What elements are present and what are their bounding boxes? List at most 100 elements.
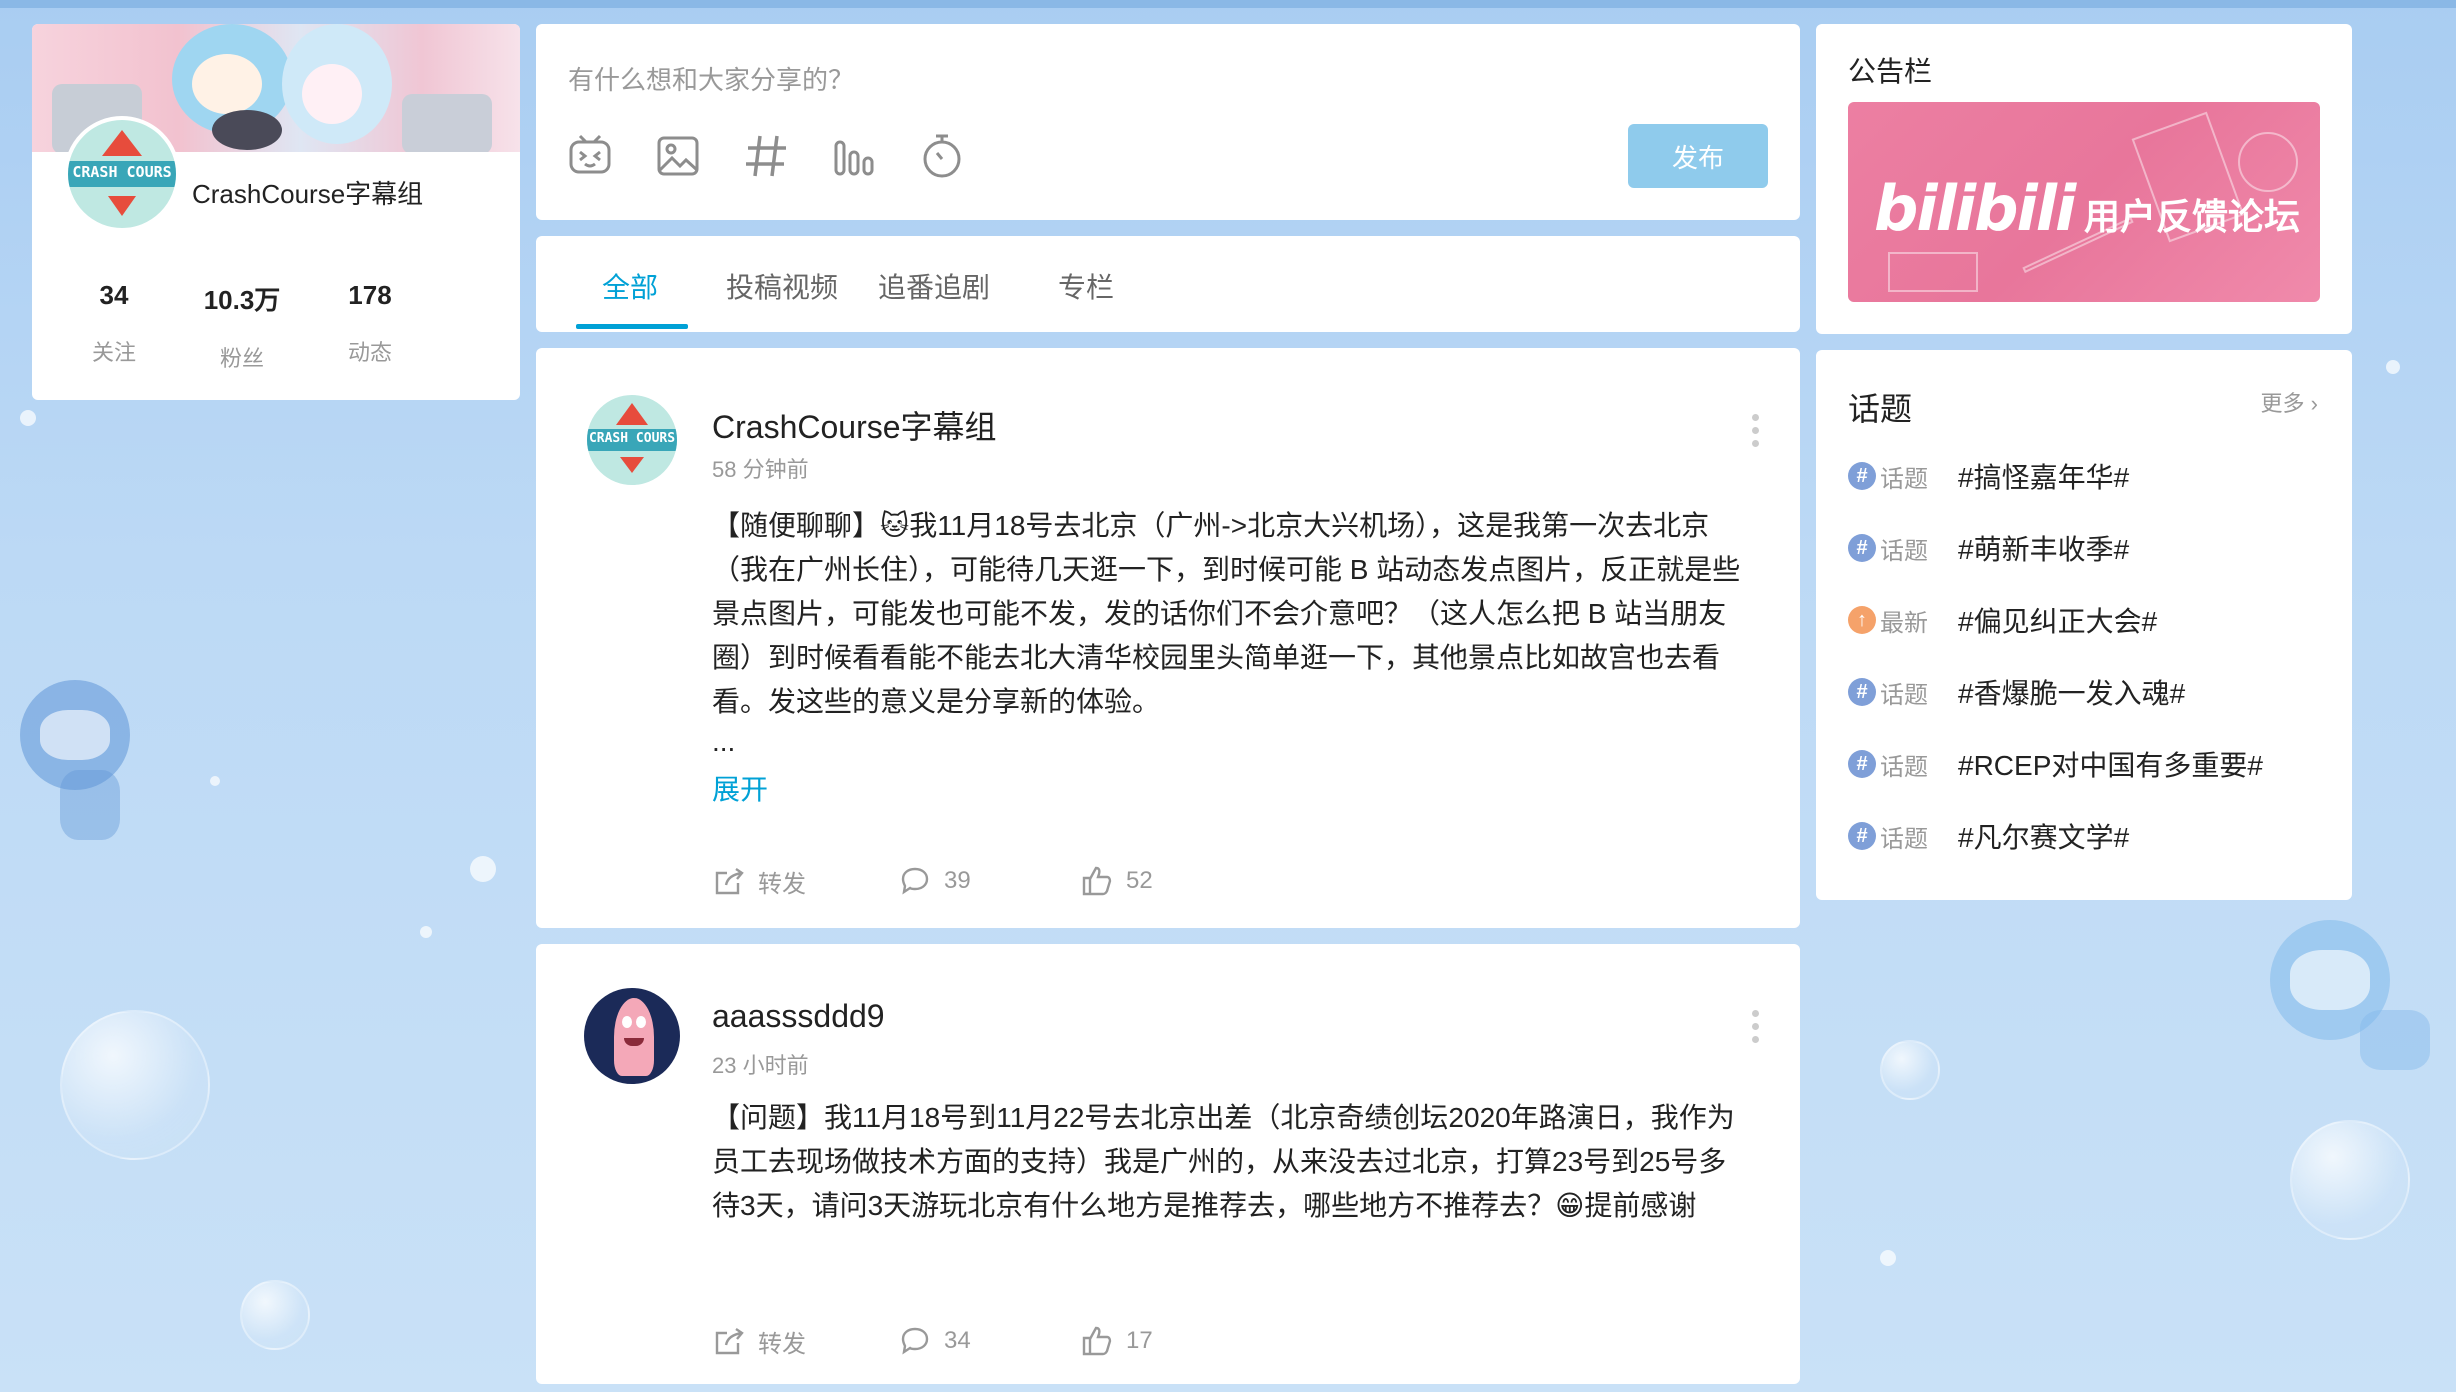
composer-input[interactable]: 有什么想和大家分享的？ [568, 60, 1568, 97]
like-count: 17 [1126, 1327, 1153, 1354]
badge-label: 话题 [1880, 537, 1928, 565]
tab-all[interactable]: 全部 [602, 266, 658, 306]
topic-item[interactable]: # 话题 #RCEP对中国有多重要# [1848, 744, 2263, 784]
stat-label: 粉丝 [219, 346, 264, 371]
hashtag-badge-icon: # [1848, 534, 1876, 562]
background-dot [470, 856, 496, 882]
topic-item[interactable]: # 话题 #香爆脆一发入魂# [1848, 672, 2185, 712]
topic-item[interactable]: # 话题 #搞怪嘉年华# [1848, 456, 2129, 496]
post-text: 【随便聊聊】🐱我11月18号去北京（广州->北京大兴机场），这是我第一次去北京（… [712, 510, 1741, 717]
post-username[interactable]: CrashCourse字幕组 [712, 402, 997, 448]
stat-value: 34 [99, 280, 129, 310]
badge-label: 最新 [1880, 609, 1928, 637]
feed-post: aaasssddd9 23 小时前 【问题】我11月18号到11月22号去北京出… [536, 944, 1800, 1384]
comment-count: 34 [944, 1327, 971, 1354]
topic-badge: # 话题 [1848, 819, 1958, 854]
topic-badge: ↑ 最新 [1848, 603, 1958, 638]
forward-button[interactable]: 转发 [712, 864, 806, 899]
comment-count: 39 [944, 867, 971, 894]
avatar-text: CRASH COURS [588, 431, 676, 446]
background-bubble [60, 1010, 210, 1160]
emoji-icon[interactable] [562, 128, 618, 184]
feed-tabs: 全部 投稿视频 追番追剧 专栏 [536, 236, 1800, 332]
banner-title: 用户反馈论坛 [2084, 196, 2301, 237]
topics-more-link[interactable]: 更多 › [2261, 386, 2318, 418]
post-time: 23 小时前 [712, 1053, 809, 1078]
stat-following[interactable]: 34 关注 [50, 280, 178, 367]
topic-text: #香爆脆一发入魂# [1958, 678, 2186, 709]
post-avatar[interactable]: CRASH COURS [584, 392, 680, 488]
background-dot [420, 926, 432, 938]
badge-label: 话题 [1880, 465, 1928, 493]
topic-badge: # 话题 [1848, 747, 1958, 782]
stat-posts[interactable]: 178 动态 [306, 280, 434, 367]
like-button[interactable]: 17 [1080, 1324, 1153, 1358]
comment-button[interactable]: 39 [898, 864, 971, 898]
post-composer: 有什么想和大家分享的？ 发布 [536, 24, 1800, 220]
notice-board: 公告栏 bilibili 用户反馈论坛 [1816, 24, 2352, 334]
profile-name[interactable]: CrashCourse字幕组 [192, 174, 423, 211]
thumbs-up-icon [1082, 866, 1112, 896]
forward-label: 转发 [758, 1331, 806, 1358]
post-more-icon[interactable] [1752, 1010, 1760, 1043]
tab-bangumi[interactable]: 追番追剧 [878, 266, 990, 306]
post-username[interactable]: aaasssddd9 [712, 998, 885, 1035]
hashtag-icon[interactable] [738, 128, 794, 184]
more-label: 更多 [2260, 391, 2305, 416]
background-bubble [2290, 1120, 2410, 1240]
notice-title: 公告栏 [1848, 56, 1933, 87]
like-button[interactable]: 52 [1080, 864, 1153, 898]
background-dot [1880, 1250, 1896, 1266]
tab-articles[interactable]: 专栏 [1058, 266, 1114, 306]
badge-label: 话题 [1880, 753, 1928, 781]
stat-followers[interactable]: 10.3万 粉丝 [178, 280, 306, 373]
background-dot [210, 776, 220, 786]
stat-label: 动态 [347, 340, 392, 365]
share-icon [715, 1327, 744, 1354]
topic-item[interactable]: ↑ 最新 #偏见纠正大会# [1848, 600, 2157, 640]
post-text: 【问题】我11月18号到11月22号去北京出差（北京奇绩创坛2020年路演日，我… [712, 1102, 1735, 1221]
hashtag-badge-icon: # [1848, 678, 1876, 706]
post-avatar[interactable] [584, 988, 680, 1084]
background-bubble [240, 1280, 310, 1350]
image-icon[interactable] [650, 128, 706, 184]
post-time: 58 分钟前 [712, 457, 809, 482]
timer-icon[interactable] [914, 128, 970, 184]
poll-icon[interactable] [826, 128, 882, 184]
background-dot [2386, 360, 2400, 374]
topic-badge: # 话题 [1848, 459, 1958, 494]
mascot-left-decoration [0, 620, 160, 840]
topic-item[interactable]: # 话题 #萌新丰收季# [1848, 528, 2129, 568]
topic-badge: # 话题 [1848, 531, 1958, 566]
topic-text: #RCEP对中国有多重要# [1958, 750, 2263, 781]
topics-title: 话题 [1848, 391, 1913, 427]
share-icon [715, 867, 744, 894]
hashtag-badge-icon: # [1848, 462, 1876, 490]
feed-post: CRASH COURS CrashCourse字幕组 58 分钟前 【随便聊聊】… [536, 348, 1800, 928]
stat-value: 10.3万 [203, 285, 281, 315]
tab-videos[interactable]: 投稿视频 [726, 266, 838, 306]
avatar-text: CRASH COURS [72, 163, 172, 182]
profile-avatar[interactable]: CRASH COURS [64, 116, 180, 232]
hashtag-badge-icon: # [1848, 822, 1876, 850]
chevron-right-icon: › [2310, 391, 2318, 416]
comment-button[interactable]: 34 [898, 1324, 971, 1358]
post-more-icon[interactable] [1752, 414, 1760, 447]
post-ellipsis: ... [712, 726, 736, 757]
badge-label: 话题 [1880, 825, 1928, 853]
bilibili-logo: bilibili [1874, 172, 2076, 245]
comment-icon [901, 1327, 929, 1355]
background-bubble [1880, 1040, 1940, 1100]
stat-label: 关注 [91, 340, 136, 365]
topic-badge: # 话题 [1848, 675, 1958, 710]
topic-text: #偏见纠正大会# [1958, 606, 2158, 637]
topics-panel: 话题 更多 › # 话题 #搞怪嘉年华# # 话题 #萌新丰收季# ↑ 最新 #偏见纠… [1816, 350, 2352, 900]
feedback-forum-banner[interactable]: bilibili 用户反馈论坛 [1848, 102, 2320, 302]
forward-button[interactable]: 转发 [712, 1324, 806, 1359]
publish-button[interactable]: 发布 [1628, 124, 1768, 188]
stat-value: 178 [348, 280, 392, 310]
expand-link[interactable]: 展开 [712, 768, 768, 808]
like-count: 52 [1126, 867, 1153, 894]
topic-item[interactable]: # 话题 #凡尔赛文学# [1848, 816, 2129, 856]
topic-text: #凡尔赛文学# [1958, 822, 2130, 853]
